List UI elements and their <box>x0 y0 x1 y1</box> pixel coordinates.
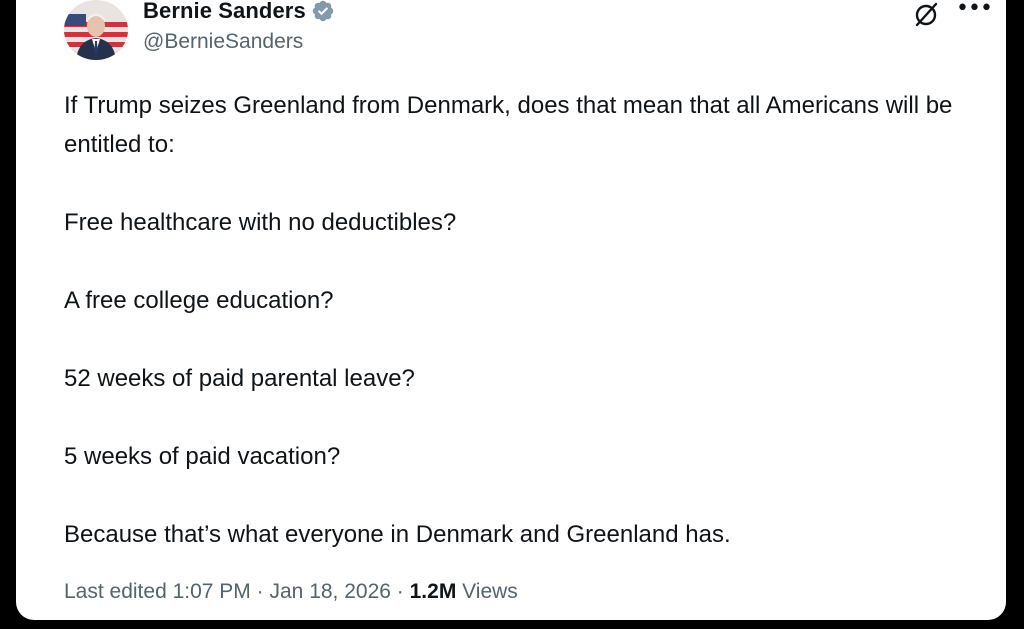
avatar-image <box>64 0 128 60</box>
edited-label[interactable]: Last edited <box>64 580 167 603</box>
tweet-paragraph: A free college education? <box>64 287 334 314</box>
author-handle[interactable]: @BernieSanders <box>143 30 303 54</box>
tweet-date[interactable]: Jan 18, 2026 <box>270 580 391 603</box>
screen-frame: Bernie Sanders @BernieSanders ••• If Tru… <box>0 0 1024 629</box>
tweet-paragraph: If Trump seizes Greenland from Denmark, … <box>64 92 953 158</box>
tweet-paragraph: 52 weeks of paid parental leave? <box>64 365 415 392</box>
tweet-time[interactable]: 1:07 PM <box>173 580 251 603</box>
author-display-name[interactable]: Bernie Sanders <box>143 0 306 24</box>
tweet-paragraph: Free healthcare with no deductibles? <box>64 209 457 236</box>
tweet-paragraph: Because that’s what everyone in Denmark … <box>64 521 731 548</box>
tweet-meta: Last edited 1:07 PM · Jan 18, 2026 · 1.2… <box>64 580 518 604</box>
tweet-paragraph: 5 weeks of paid vacation? <box>64 443 341 470</box>
tweet-text: If Trump seizes Greenland from Denmark, … <box>64 86 964 554</box>
grok-icon[interactable] <box>912 0 940 28</box>
tweet-card: Bernie Sanders @BernieSanders ••• If Tru… <box>16 0 1006 620</box>
views-label: Views <box>462 580 518 603</box>
meta-separator: · <box>396 580 404 603</box>
verified-badge-icon[interactable] <box>311 0 335 23</box>
avatar[interactable] <box>64 0 128 60</box>
meta-separator: · <box>256 580 264 603</box>
author-name-row: Bernie Sanders <box>143 0 335 26</box>
views-count: 1.2M <box>409 580 457 603</box>
more-options-icon[interactable]: ••• <box>956 0 993 26</box>
